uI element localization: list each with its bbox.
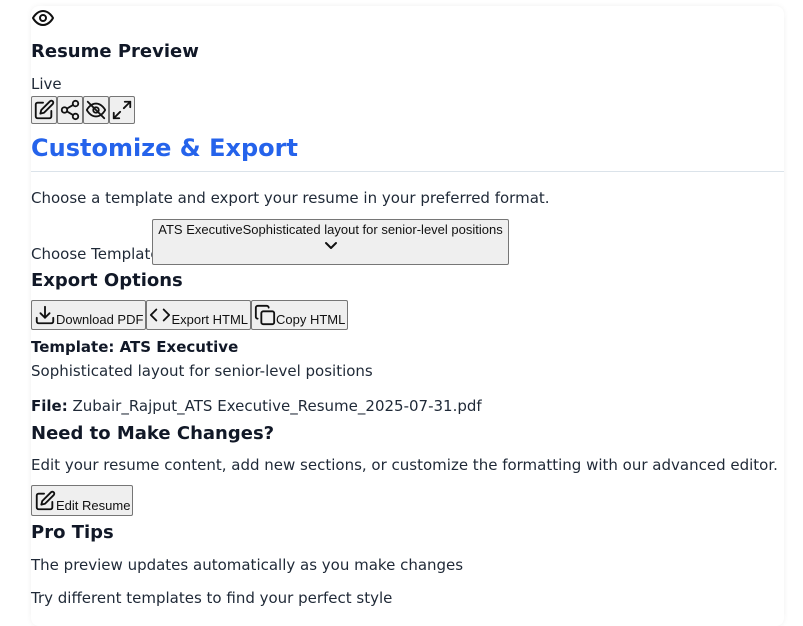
template-select-name: ATS Executive (158, 222, 243, 237)
download-pdf-button[interactable]: Download PDF (31, 300, 147, 330)
file-name-line: File: Zubair_Rajput_ATS Executive_Resume… (31, 397, 482, 415)
chevron-down-icon (324, 242, 337, 249)
customize-export-title: Customize & Export (31, 134, 298, 162)
template-summary-desc: Sophisticated layout for senior-level po… (31, 362, 373, 380)
code-icon (150, 308, 171, 322)
file-name: Zubair_Rajput_ATS Executive_Resume_2025-… (72, 397, 482, 415)
template-select[interactable]: ATS ExecutiveSophisticated layout for se… (152, 219, 509, 265)
resume-preview-title: Resume Preview (31, 41, 199, 62)
preview-toolbar (31, 96, 135, 124)
export-html-label: Export HTML (171, 312, 249, 327)
template-select-desc: Sophisticated layout for senior-level po… (242, 222, 503, 237)
export-options-heading: Export Options (31, 270, 183, 291)
pro-tips-heading: Pro Tips (31, 522, 114, 543)
expand-button[interactable] (109, 96, 135, 124)
edit-icon (35, 490, 56, 511)
share-icon (60, 99, 80, 121)
template-summary-title: Template: ATS Executive (31, 338, 239, 356)
eye-icon (32, 10, 54, 26)
live-status: Live (31, 75, 62, 93)
tip-item: Try different templates to find your per… (31, 589, 393, 607)
eye-off-icon (85, 100, 107, 120)
export-html-button[interactable]: Export HTML (146, 300, 252, 330)
edit-button[interactable] (31, 96, 57, 124)
tip-item: The preview updates automatically as you… (31, 556, 464, 574)
download-icon (35, 305, 55, 325)
file-label: File: (31, 397, 68, 415)
section-divider (31, 171, 784, 172)
edit-resume-button[interactable]: Edit Resume (31, 485, 134, 516)
export-buttons: Download PDF Export HTML Copy HTML (31, 300, 349, 330)
copy-html-button[interactable]: Copy HTML (251, 300, 349, 330)
changes-heading: Need to Make Changes? (31, 423, 275, 444)
expand-icon (112, 100, 132, 120)
download-pdf-label: Download PDF (56, 312, 144, 327)
copy-icon (254, 304, 276, 326)
hide-preview-button[interactable] (83, 96, 109, 124)
customize-description: Choose a template and export your resume… (31, 189, 550, 207)
changes-description: Edit your resume content, add new sectio… (31, 456, 778, 474)
edit-icon (34, 99, 55, 120)
edit-resume-label: Edit Resume (56, 498, 131, 513)
share-button[interactable] (57, 96, 83, 124)
choose-template-label: Choose Template (31, 245, 160, 263)
copy-html-label: Copy HTML (276, 312, 346, 327)
